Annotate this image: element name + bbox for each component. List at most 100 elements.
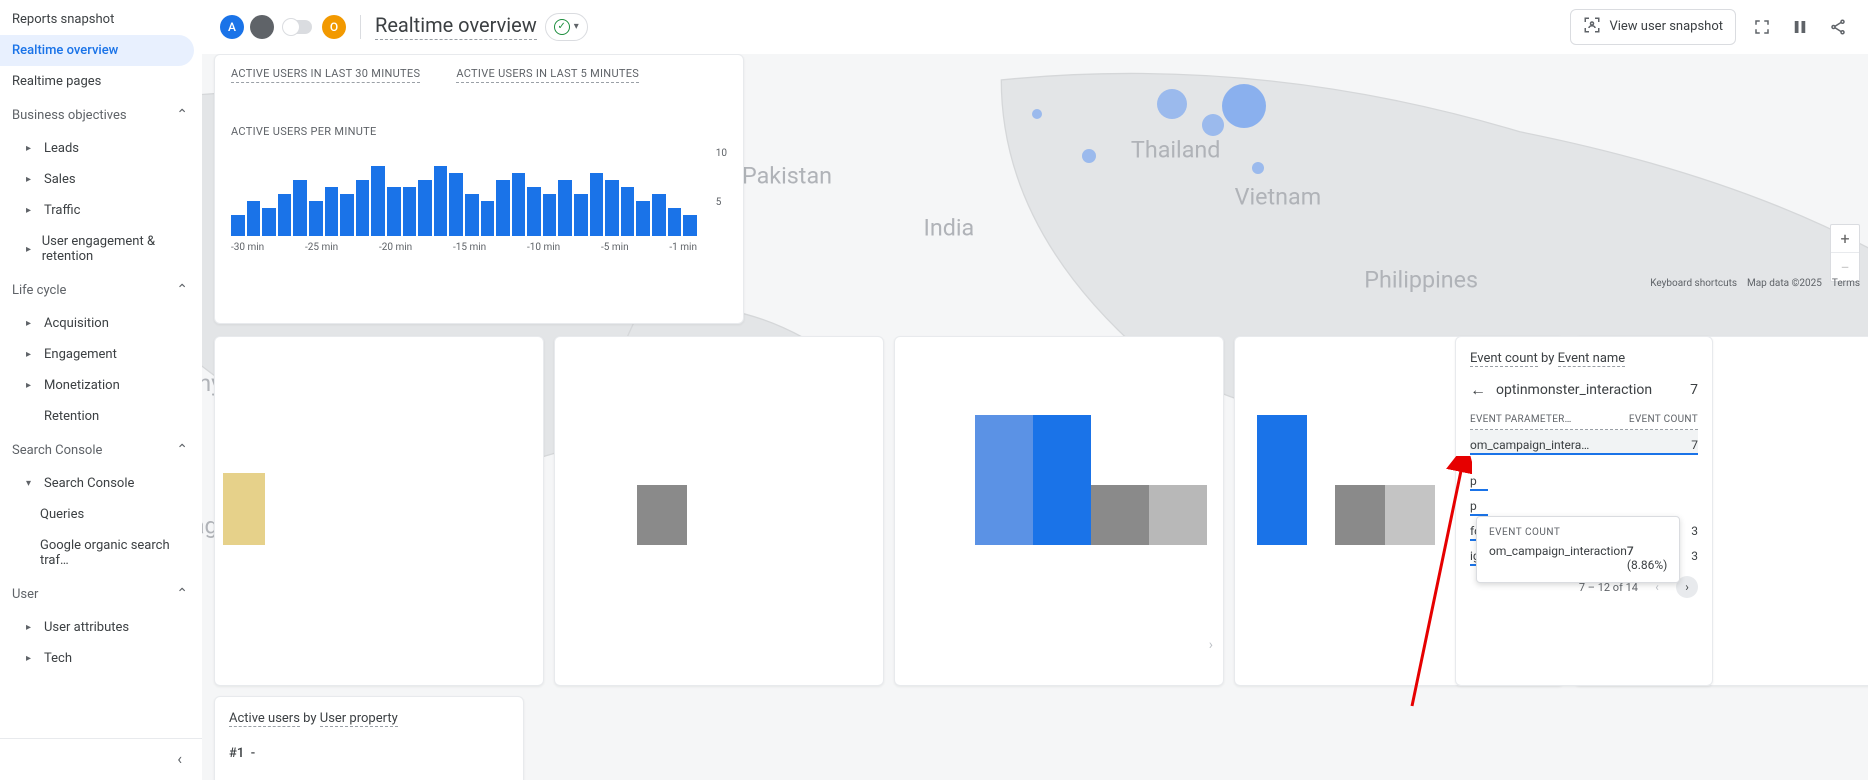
- avatar-group: A O: [220, 15, 346, 39]
- nav-sales[interactable]: ▸Sales: [0, 164, 194, 195]
- event-row[interactable]: p: [1470, 491, 1698, 516]
- nav-retention[interactable]: Retention: [0, 401, 194, 432]
- map-attribution: Map data ©2025: [1747, 278, 1822, 289]
- chart-bar: [465, 194, 479, 236]
- svg-text:Pakistan: Pakistan: [742, 162, 832, 190]
- next-arrow-icon[interactable]: ›: [1209, 637, 1213, 653]
- nav-user-attributes[interactable]: ▸User attributes: [0, 612, 194, 643]
- chart-bar: [652, 194, 666, 236]
- tooltip-value: 7 (8.86%): [1627, 544, 1667, 572]
- chart-bar: [605, 180, 619, 236]
- chart-bar: [262, 208, 276, 236]
- y-axis: 10 5: [716, 146, 727, 236]
- caret-icon: ▸: [26, 622, 40, 633]
- chart-bar: [527, 187, 541, 236]
- nav-monetization[interactable]: ▸Monetization: [0, 370, 194, 401]
- map-zoom-out-button[interactable]: −: [1831, 253, 1859, 281]
- sidebar-collapse-button[interactable]: ‹: [0, 738, 202, 768]
- map-zoom-in-button[interactable]: +: [1831, 225, 1859, 253]
- section-life-cycle[interactable]: Life cycle⌃: [0, 272, 202, 308]
- chart-bar: [325, 187, 339, 236]
- chart-bar: [418, 180, 432, 236]
- active-users-card: ACTIVE USERS IN LAST 30 MINUTES ACTIVE U…: [214, 54, 744, 324]
- chart-bar: [403, 187, 417, 236]
- map-terms-link[interactable]: Terms: [1832, 278, 1860, 289]
- caret-icon: ▸: [26, 174, 40, 185]
- nav-realtime-overview[interactable]: Realtime overview: [0, 35, 194, 66]
- back-arrow-icon[interactable]: ←: [1470, 380, 1486, 400]
- chart-bar: [590, 173, 604, 236]
- avatar-gray[interactable]: [250, 15, 274, 39]
- nav-engagement[interactable]: ▸Engagement: [0, 339, 194, 370]
- svg-text:Vietnam: Vietnam: [1235, 182, 1322, 210]
- nav-queries[interactable]: Queries: [0, 499, 194, 530]
- chart-bar: [371, 166, 385, 236]
- chart-title: ACTIVE USERS PER MINUTE: [231, 125, 727, 138]
- card-placeholder-1: [214, 336, 544, 686]
- compare-icon[interactable]: [1788, 15, 1812, 39]
- svg-text:India: India: [924, 214, 975, 242]
- share-icon[interactable]: [1826, 15, 1850, 39]
- caret-icon: ▸: [26, 143, 40, 154]
- bar-chart-active-users: 10 5: [231, 146, 727, 236]
- nav-reports-snapshot[interactable]: Reports snapshot: [0, 4, 194, 35]
- tooltip-name: om_campaign_interaction: [1489, 544, 1627, 572]
- chart-bar: [574, 194, 588, 236]
- chart-bar: [481, 201, 495, 236]
- chart-bar: [434, 166, 448, 236]
- event-row[interactable]: [1470, 455, 1698, 466]
- nav-user-engagement[interactable]: ▸User engagement & retention: [0, 226, 194, 272]
- nav-tech[interactable]: ▸Tech: [0, 643, 194, 674]
- caret-icon: ▸: [26, 244, 38, 255]
- chart-bar: [231, 215, 245, 236]
- user-property-card: Active users by User property #1 - No da…: [214, 696, 524, 780]
- nav-search-console[interactable]: ▾Search Console: [0, 468, 194, 499]
- status-dropdown[interactable]: ✓ ▾: [545, 13, 588, 41]
- chevron-up-icon: ⌃: [176, 107, 188, 123]
- chart-bar: [449, 173, 463, 236]
- sidebar: Reports snapshot Realtime overview Realt…: [0, 0, 202, 780]
- event-row[interactable]: p: [1470, 466, 1698, 491]
- card-placeholder-3: ›: [894, 336, 1224, 686]
- event-tooltip: EVENT COUNT om_campaign_interaction 7 (8…: [1476, 516, 1680, 583]
- comparison-toggle[interactable]: [284, 20, 312, 34]
- x-axis: -30 min-25 min-20 min-15 min-10 min-5 mi…: [231, 242, 727, 253]
- svg-text:Thailand: Thailand: [1131, 136, 1221, 164]
- label-active-30: ACTIVE USERS IN LAST 30 MINUTES: [231, 67, 420, 83]
- nav-leads[interactable]: ▸Leads: [0, 133, 194, 164]
- caret-icon: ▸: [26, 349, 40, 360]
- event-name: optinmonster_interaction: [1496, 382, 1652, 398]
- section-search-console[interactable]: Search Console⌃: [0, 432, 202, 468]
- nav-realtime-pages[interactable]: Realtime pages: [0, 66, 194, 97]
- chart-bar: [512, 173, 526, 236]
- event-table-headers: EVENT PARAMETER… EVENT COUNT: [1470, 414, 1698, 430]
- event-row[interactable]: om_campaign_intera…7: [1470, 430, 1698, 455]
- avatar-o[interactable]: O: [322, 15, 346, 39]
- chart-bar: [247, 201, 261, 236]
- chart-bar: [543, 194, 557, 236]
- chart-bar: [668, 208, 682, 236]
- map-footer: Keyboard shortcuts Map data ©2025 Terms: [1650, 278, 1860, 289]
- tooltip-header: EVENT COUNT: [1489, 527, 1667, 538]
- page-title: Realtime overview: [375, 13, 537, 40]
- chart-bar: [683, 215, 697, 236]
- nav-acquisition[interactable]: ▸Acquisition: [0, 308, 194, 339]
- chevron-down-icon: ▾: [574, 21, 579, 32]
- chart-bar: [356, 180, 370, 236]
- section-business-objectives[interactable]: Business objectives⌃: [0, 97, 202, 133]
- caret-down-icon: ▾: [26, 478, 40, 489]
- event-count-card: Event count by Event name ← optinmonster…: [1455, 336, 1713, 686]
- map-shortcuts-link[interactable]: Keyboard shortcuts: [1650, 278, 1737, 289]
- topbar: A O Realtime overview ✓ ▾ View user snap…: [202, 0, 1868, 54]
- chart-bar: [309, 201, 323, 236]
- nav-traffic[interactable]: ▸Traffic: [0, 195, 194, 226]
- section-user[interactable]: User⌃: [0, 576, 202, 612]
- chevron-up-icon: ⌃: [176, 442, 188, 458]
- view-user-snapshot-button[interactable]: View user snapshot: [1570, 9, 1736, 45]
- divider: [360, 15, 361, 39]
- avatar-a[interactable]: A: [220, 15, 244, 39]
- user-property-title: Active users by User property: [229, 711, 509, 726]
- fullscreen-icon[interactable]: [1750, 15, 1774, 39]
- nav-google-organic[interactable]: Google organic search traf…: [0, 530, 194, 576]
- content: KenyaTanzania OmanPakistan IndiaIraq Egy…: [202, 54, 1868, 780]
